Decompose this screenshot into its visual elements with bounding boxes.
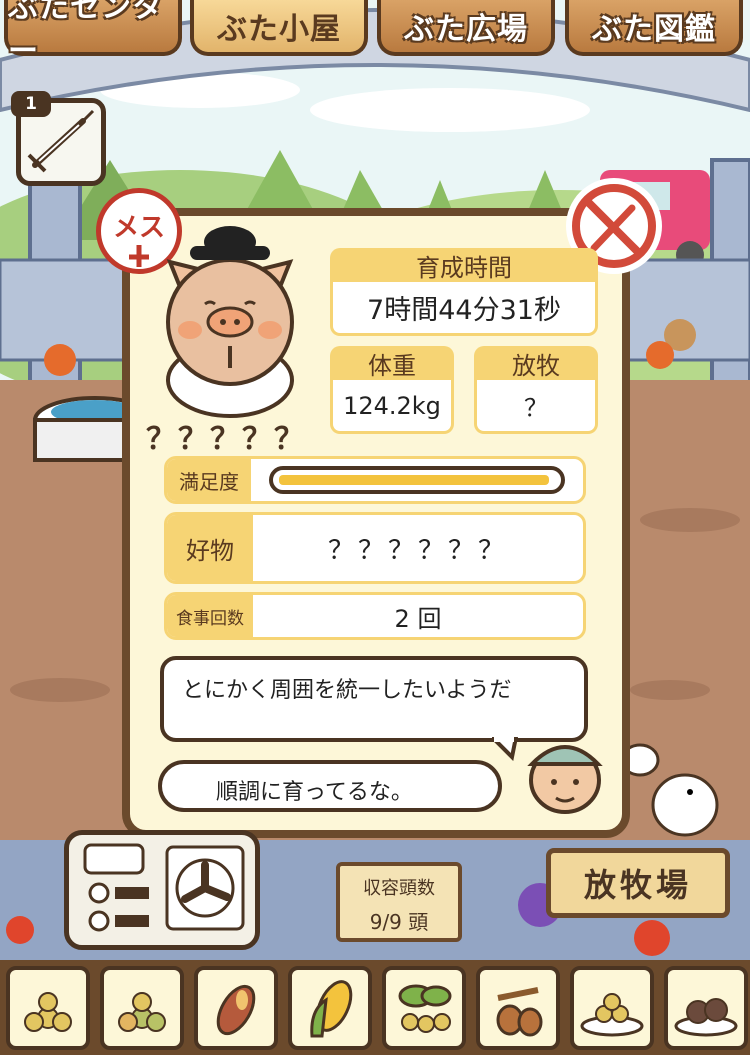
beans-leaf-icon [398, 984, 452, 1033]
syringe-icon [27, 109, 95, 173]
satisfaction-label: 満足度 [167, 459, 251, 501]
capacity-sign: 収容頭数 9/9 頭 [336, 862, 462, 942]
satisfaction-bar-fill [279, 475, 549, 485]
pig-portrait [166, 226, 294, 418]
capacity-label: 収容頭数 [363, 878, 435, 899]
grain-pile-icon [24, 992, 72, 1032]
control-panel [64, 830, 260, 950]
farmer-comment-text: 順調に育ってるな。 [216, 780, 413, 805]
meal-count-row: 食事回数 2 回 [164, 592, 586, 640]
corn-icon [310, 980, 353, 1038]
grazing-field-sign[interactable]: 放牧場 [546, 848, 730, 918]
weight-value: 124.2kg [330, 380, 454, 434]
food-slot-2[interactable] [100, 966, 184, 1050]
favorite-value: ？？？？？？ [327, 535, 508, 566]
satisfaction-row: 満足度 [164, 456, 586, 504]
tab-buta-goya[interactable]: ぶた小屋 [190, 0, 368, 56]
favorite-food-row: 好物 ？？？？？？ [164, 512, 586, 584]
food-slot-3[interactable] [194, 966, 278, 1050]
syringe-item-slot[interactable]: 1 [11, 91, 106, 186]
grazing-field-label: 放牧場 [583, 866, 692, 904]
tab-buta-zukan[interactable]: ぶた図鑑 [565, 0, 743, 56]
meal-count-value: 2 回 [394, 604, 442, 633]
capacity-value: 9/9 頭 [369, 910, 429, 934]
acorn-icon [496, 987, 543, 1037]
bubble-tail [492, 737, 519, 761]
grazing-label: 放牧 [474, 346, 598, 380]
farmer-avatar [527, 745, 603, 814]
meal-count-label: 食事回数 [167, 595, 253, 637]
growth-time-label: 育成時間 [330, 248, 598, 282]
fan-control-icon[interactable] [69, 835, 255, 945]
growth-time-value: 7時間44分31秒 [330, 282, 598, 336]
tab-buta-center[interactable]: ぶたセンター [4, 0, 182, 69]
pig-comment-text: とにかく周囲を統一したいようだ [182, 678, 512, 703]
food-slot-5[interactable] [382, 966, 466, 1050]
food-slot-7[interactable] [570, 966, 654, 1050]
mixed-grain-icon [118, 992, 166, 1032]
top-navigation: ぶたセンター ぶた小屋 ぶた広場 ぶた図鑑 [0, 0, 750, 69]
game-scene: ぶたセンター ぶた小屋 ぶた広場 ぶた図鑑 1 メス ？？？？？ 育成時間 7時… [0, 0, 750, 1055]
food-slot-4[interactable] [288, 966, 372, 1050]
grain-plate-icon [580, 993, 644, 1037]
favorite-label: 好物 [167, 515, 253, 581]
food-slot-8[interactable] [664, 966, 748, 1050]
food-slot-1[interactable] [6, 966, 90, 1050]
farmer-comment-bubble: 順調に育ってるな。 [158, 760, 502, 812]
food-toolbar [0, 960, 750, 1055]
pig-name: ？？？？？ [146, 422, 306, 457]
satisfaction-bar [269, 466, 565, 494]
weight-label: 体重 [330, 346, 454, 380]
grazing-value: ？ [474, 380, 598, 434]
sweet-potato-icon [216, 984, 256, 1036]
meatball-plate-icon [674, 998, 738, 1037]
food-slot-6[interactable] [476, 966, 560, 1050]
tab-buta-hiroba[interactable]: ぶた広場 [377, 0, 555, 56]
